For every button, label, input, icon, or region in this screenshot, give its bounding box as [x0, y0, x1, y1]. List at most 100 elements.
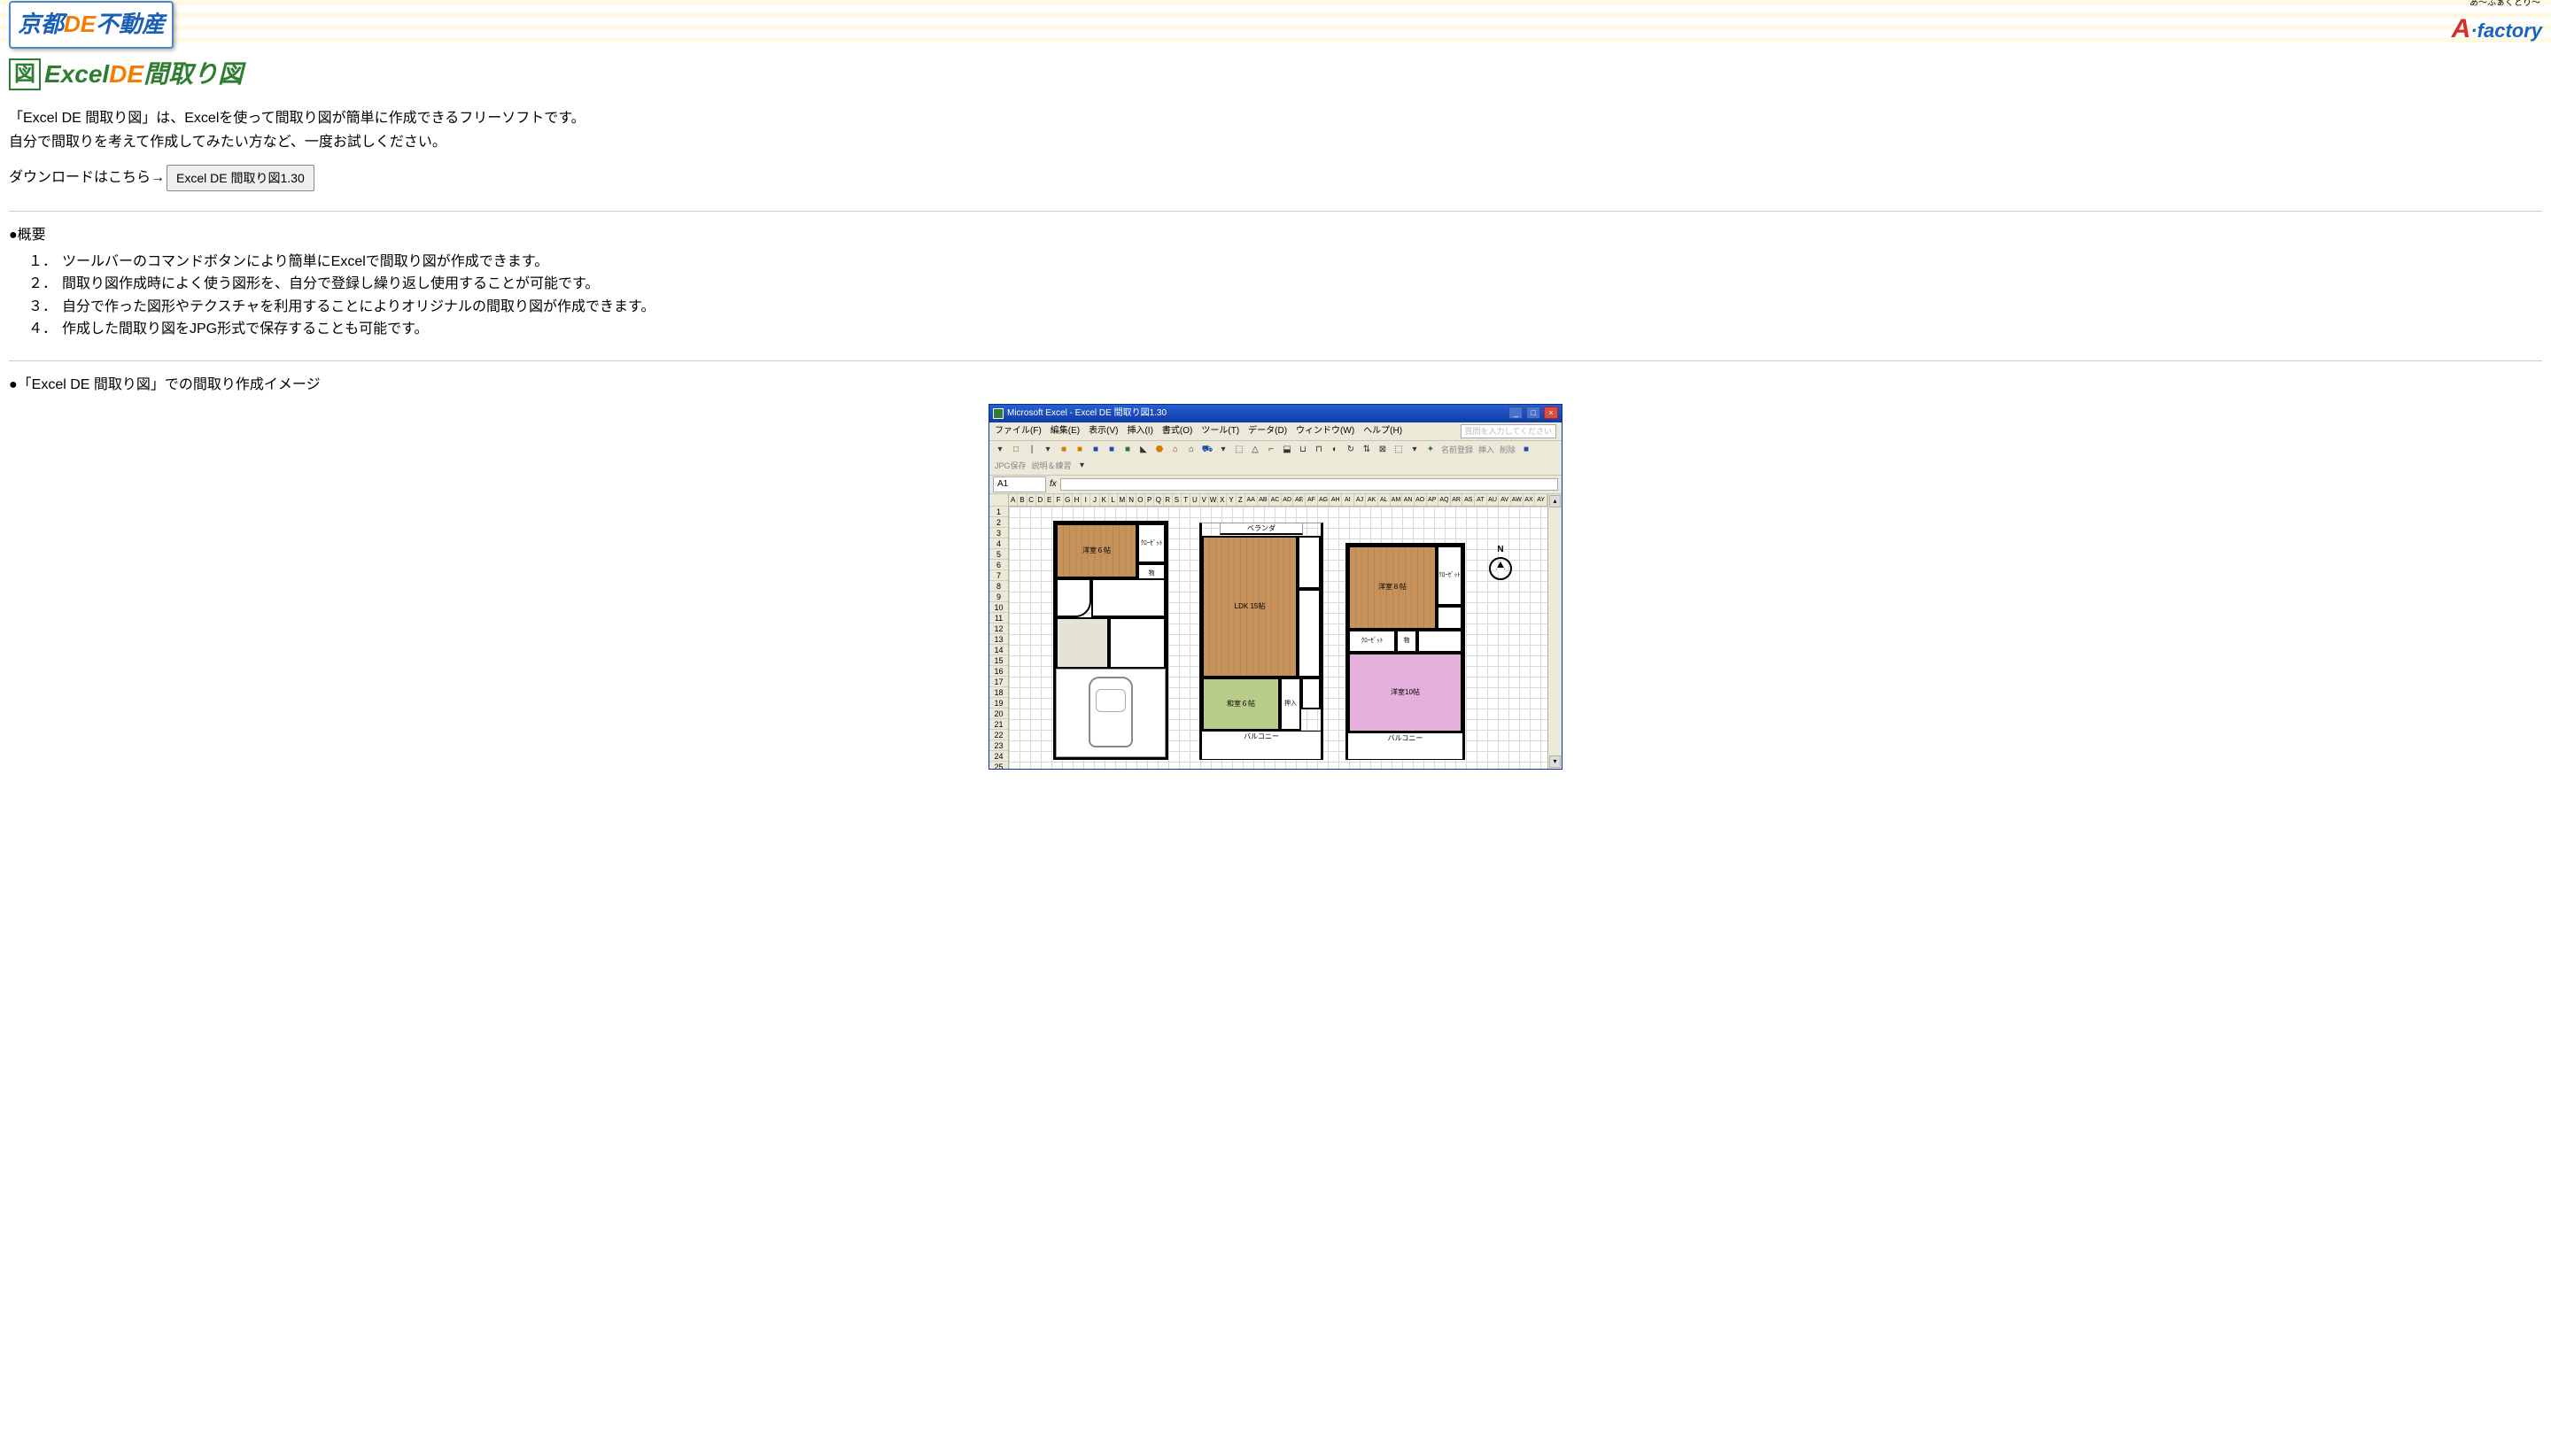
row-header[interactable]: 19: [989, 698, 1008, 709]
col-header[interactable]: AR: [1451, 494, 1463, 506]
tool-icon[interactable]: ⊓: [1312, 443, 1326, 457]
scroll-up-icon[interactable]: ▴: [1549, 495, 1561, 507]
menu-insert[interactable]: 挿入(I): [1127, 424, 1152, 438]
tool-icon[interactable]: ▾: [1075, 459, 1089, 473]
col-header[interactable]: Y: [1227, 494, 1236, 506]
tool-icon[interactable]: ■: [1057, 443, 1071, 457]
tool-icon[interactable]: ⌂: [1168, 443, 1182, 457]
row-header[interactable]: 15: [989, 655, 1008, 666]
row-header[interactable]: 6: [989, 560, 1008, 570]
col-header[interactable]: X: [1218, 494, 1227, 506]
row-header[interactable]: 10: [989, 602, 1008, 613]
tool-insert[interactable]: 挿入: [1477, 444, 1496, 456]
row-header[interactable]: 13: [989, 634, 1008, 645]
tool-icon[interactable]: ▾: [993, 443, 1007, 457]
close-button[interactable]: ×: [1544, 407, 1558, 419]
row-header[interactable]: 8: [989, 581, 1008, 592]
row-header[interactable]: 7: [989, 570, 1008, 581]
tool-icon[interactable]: ⊔: [1296, 443, 1310, 457]
col-header[interactable]: AG: [1318, 494, 1330, 506]
col-header[interactable]: AQ: [1438, 494, 1451, 506]
row-header[interactable]: 17: [989, 677, 1008, 687]
col-header[interactable]: AF: [1306, 494, 1318, 506]
col-header[interactable]: C: [1027, 494, 1036, 506]
col-header[interactable]: P: [1145, 494, 1154, 506]
minimize-button[interactable]: _: [1508, 407, 1523, 419]
tool-icon[interactable]: ◣: [1136, 443, 1151, 457]
row-header[interactable]: 4: [989, 538, 1008, 549]
row-header[interactable]: 20: [989, 709, 1008, 719]
tool-icon[interactable]: ⊠: [1376, 443, 1390, 457]
menu-help[interactable]: ヘルプ(H): [1363, 424, 1402, 438]
col-header[interactable]: F: [1054, 494, 1063, 506]
tool-icon[interactable]: ▾: [1041, 443, 1055, 457]
col-header[interactable]: AN: [1402, 494, 1415, 506]
tool-icon[interactable]: ◐: [1328, 443, 1342, 457]
col-header[interactable]: AJ: [1354, 494, 1367, 506]
col-header[interactable]: D: [1036, 494, 1045, 506]
tool-icon[interactable]: ⇅: [1360, 443, 1374, 457]
col-header[interactable]: AE: [1293, 494, 1306, 506]
tool-icon[interactable]: ■: [1105, 443, 1119, 457]
tool-icon[interactable]: ■: [1519, 443, 1533, 457]
col-header[interactable]: E: [1045, 494, 1054, 506]
col-header[interactable]: AU: [1487, 494, 1500, 506]
col-header[interactable]: R: [1164, 494, 1173, 506]
col-header[interactable]: AH: [1330, 494, 1342, 506]
row-header[interactable]: 18: [989, 687, 1008, 698]
col-header[interactable]: N: [1127, 494, 1136, 506]
tool-icon[interactable]: ▾: [1407, 443, 1422, 457]
row-header[interactable]: 9: [989, 592, 1008, 602]
col-header[interactable]: H: [1073, 494, 1082, 506]
col-header[interactable]: AM: [1391, 494, 1403, 506]
row-header[interactable]: 25: [989, 762, 1008, 769]
tool-icon[interactable]: ■: [1089, 443, 1103, 457]
col-header[interactable]: AA: [1245, 494, 1258, 506]
formula-bar[interactable]: [1060, 478, 1558, 491]
col-header[interactable]: AC: [1269, 494, 1282, 506]
col-header[interactable]: V: [1200, 494, 1209, 506]
menu-edit[interactable]: 編集(E): [1051, 424, 1080, 438]
col-header[interactable]: S: [1173, 494, 1182, 506]
fx-icon[interactable]: fx: [1050, 477, 1057, 492]
row-header[interactable]: 11: [989, 613, 1008, 623]
download-button[interactable]: Excel DE 間取り図1.30: [167, 165, 314, 191]
col-header[interactable]: AB: [1258, 494, 1270, 506]
row-header[interactable]: 5: [989, 549, 1008, 560]
row-header[interactable]: 23: [989, 740, 1008, 751]
menu-format[interactable]: 書式(O): [1162, 424, 1192, 438]
name-box[interactable]: A1: [993, 476, 1046, 492]
col-header[interactable]: U: [1190, 494, 1199, 506]
tool-icon[interactable]: ■: [1073, 443, 1087, 457]
tool-icon[interactable]: □: [1009, 443, 1023, 457]
col-header[interactable]: AI: [1342, 494, 1354, 506]
row-header[interactable]: 21: [989, 719, 1008, 730]
col-header[interactable]: T: [1182, 494, 1190, 506]
spreadsheet-grid[interactable]: ABCDEFGHIJKLMNOPQRSTUVWXYZAAABACADAEAFAG…: [1009, 494, 1547, 769]
col-header[interactable]: AP: [1427, 494, 1439, 506]
menu-data[interactable]: データ(D): [1248, 424, 1287, 438]
col-header[interactable]: O: [1136, 494, 1145, 506]
tool-delete[interactable]: 削除: [1498, 444, 1517, 456]
site-logo[interactable]: 京都DE不動産: [9, 1, 174, 49]
tool-icon[interactable]: ⛟: [1200, 443, 1214, 457]
company-logo[interactable]: あ～ふぁくとり～ A·factory: [2452, 0, 2542, 50]
tool-icon[interactable]: ⬚: [1392, 443, 1406, 457]
menu-file[interactable]: ファイル(F): [995, 424, 1042, 438]
vertical-scrollbar[interactable]: ▴ ▾: [1547, 494, 1562, 769]
tool-icon[interactable]: ✦: [1423, 443, 1438, 457]
col-header[interactable]: AK: [1366, 494, 1378, 506]
row-header[interactable]: 22: [989, 730, 1008, 740]
maximize-button[interactable]: □: [1526, 407, 1540, 419]
col-header[interactable]: AW: [1511, 494, 1524, 506]
row-header[interactable]: 24: [989, 751, 1008, 762]
select-all-corner[interactable]: [989, 494, 1008, 507]
col-header[interactable]: AT: [1475, 494, 1487, 506]
col-header[interactable]: M: [1118, 494, 1127, 506]
col-header[interactable]: AS: [1462, 494, 1475, 506]
col-header[interactable]: A: [1009, 494, 1018, 506]
col-header[interactable]: AV: [1499, 494, 1511, 506]
row-header[interactable]: 12: [989, 623, 1008, 634]
tool-icon[interactable]: ⬚: [1232, 443, 1246, 457]
tool-icon[interactable]: ⬣: [1152, 443, 1167, 457]
